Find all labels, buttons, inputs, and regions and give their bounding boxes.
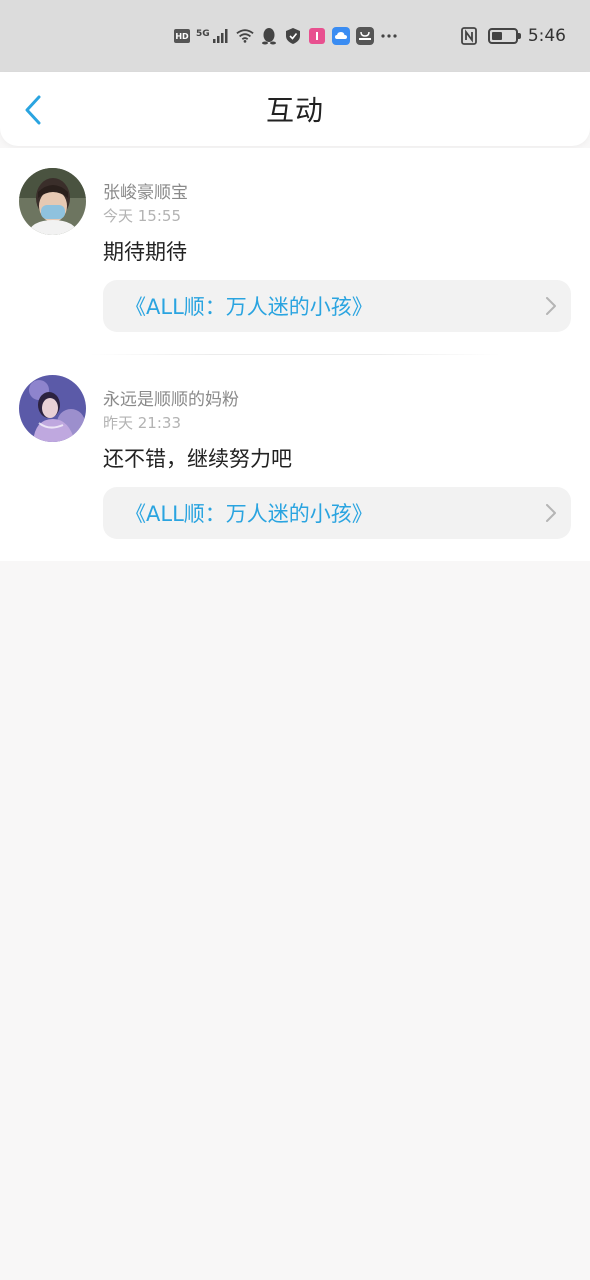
nfc-icon <box>460 27 478 45</box>
chevron-left-icon <box>25 95 41 125</box>
page-title: 互动 <box>265 94 324 127</box>
author-name: 张峻豪顺宝 <box>103 183 188 203</box>
work-link[interactable]: 《ALL顺：万人迷的小孩》 <box>103 280 571 332</box>
shield-icon <box>284 27 302 45</box>
avatar[interactable] <box>19 375 86 442</box>
author-name: 永远是顺顺的妈粉 <box>103 390 239 410</box>
work-link[interactable]: 《ALL顺：万人迷的小孩》 <box>103 487 571 539</box>
chevron-right-icon <box>531 297 571 315</box>
qq-icon <box>260 27 278 45</box>
battery-icon <box>487 28 521 44</box>
more-icon <box>380 27 398 45</box>
comment-time: 今天 15:55 <box>103 207 181 225</box>
list-item: 张峻豪顺宝 今天 15:55 期待期待 《ALL顺：万人迷的小孩》 <box>0 148 590 355</box>
hd-icon: HD <box>174 29 190 43</box>
comment-time: 昨天 21:33 <box>103 414 181 432</box>
huawei-icon <box>355 27 374 45</box>
network-type: 5G <box>196 29 210 39</box>
interaction-list: 张峻豪顺宝 今天 15:55 期待期待 《ALL顺：万人迷的小孩》 永远是顺顺的… <box>0 148 590 561</box>
app-icon <box>308 27 326 45</box>
chevron-right-icon <box>531 504 571 522</box>
wifi-icon <box>236 27 254 45</box>
status-bar: HD 5G 5:46 <box>0 0 590 72</box>
work-title: 《ALL顺：万人迷的小孩》 <box>125 502 373 526</box>
cloud-icon <box>331 27 350 45</box>
back-button[interactable] <box>18 94 48 126</box>
work-title: 《ALL顺：万人迷的小孩》 <box>125 295 373 319</box>
signal-icon <box>212 27 230 45</box>
status-time: 5:46 <box>527 26 566 46</box>
status-icons: HD 5G <box>174 27 460 45</box>
avatar[interactable] <box>19 168 86 235</box>
comment-text: 还不错，继续努力吧 <box>103 447 292 471</box>
list-item: 永远是顺顺的妈粉 昨天 21:33 还不错，继续努力吧 《ALL顺：万人迷的小孩… <box>0 355 590 562</box>
comment-text: 期待期待 <box>103 240 187 264</box>
top-nav: 互动 <box>0 72 590 146</box>
status-right: 5:46 <box>460 26 566 46</box>
